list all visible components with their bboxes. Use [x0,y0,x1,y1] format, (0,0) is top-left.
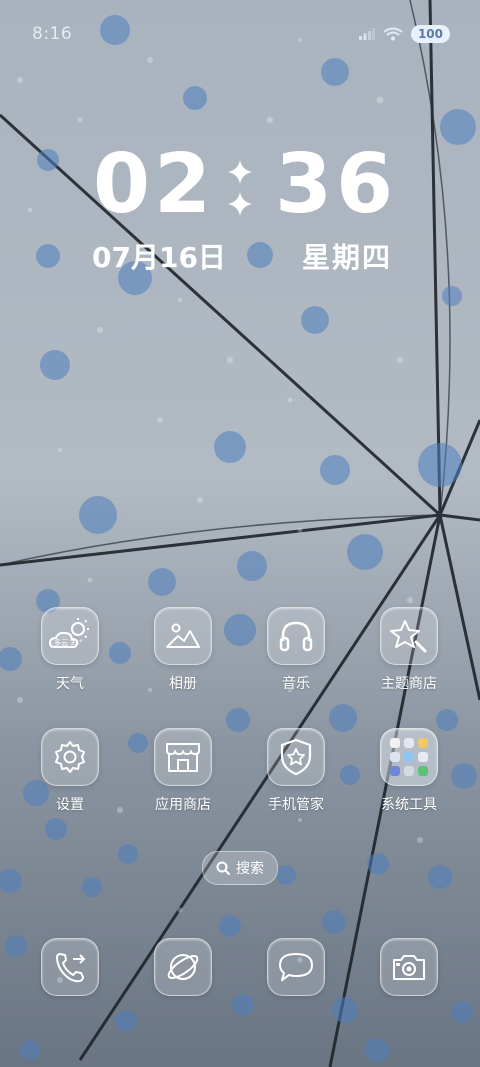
weekday-text: 星期四 [302,241,393,274]
camera-icon [393,955,425,980]
app-phone-manager-tile[interactable] [267,728,325,786]
clock-minutes: 36 [275,137,398,232]
sparkle-separator-icon [228,160,252,216]
dock-camera-tile[interactable] [380,938,438,996]
shield-star-icon [280,738,312,776]
app-label: 相册 [169,676,197,692]
app-label: 系统工具 [381,797,437,813]
store-icon [166,743,200,772]
dock-browser[interactable] [133,938,233,996]
app-settings[interactable]: 设置 [20,728,120,814]
app-music-tile[interactable] [267,607,325,665]
browser-icon [167,954,199,980]
headphones-icon [279,621,313,652]
status-bar: 8:16 100 [32,22,450,46]
status-time: 8:16 [32,24,73,44]
phone-icon [56,953,86,983]
app-settings-tile[interactable] [41,728,99,786]
search-icon [216,861,230,875]
app-app-store-tile[interactable] [154,728,212,786]
message-icon [279,953,313,981]
app-app-store[interactable]: 应用商店 [133,728,233,814]
date-text: 07月16日 [92,241,226,274]
dock-messages-tile[interactable] [267,938,325,996]
clock-hours: 02 [93,137,216,232]
wifi-icon [383,27,403,41]
app-system-tools-tile[interactable] [380,728,438,786]
app-gallery-tile[interactable] [154,607,212,665]
weather-icon: 多云 33° [48,618,89,648]
app-label: 设置 [56,797,84,813]
dock-messages[interactable] [246,938,346,996]
search-button[interactable]: 搜索 [202,851,278,885]
app-label: 主题商店 [381,676,437,692]
dock-camera[interactable] [359,938,459,996]
dock-browser-tile[interactable] [154,938,212,996]
theme-icon [390,620,427,653]
dock-phone-tile[interactable] [41,938,99,996]
app-music[interactable]: 音乐 [246,607,346,693]
gallery-icon [166,623,200,648]
app-label: 应用商店 [155,797,211,813]
app-theme-store-tile[interactable] [380,607,438,665]
weather-widget-text: 多云 33° [54,638,83,647]
app-label: 天气 [56,676,84,692]
search-label: 搜索 [236,861,264,877]
app-gallery[interactable]: 相册 [133,607,233,693]
signal-icon [358,28,375,40]
app-label: 音乐 [282,676,310,692]
app-weather[interactable]: 多云 33° 天气 [20,607,120,693]
status-icons: 100 [358,25,450,43]
battery-indicator: 100 [410,25,450,43]
app-label: 手机管家 [268,797,324,813]
app-weather-tile[interactable]: 多云 33° [41,607,99,665]
clock-widget[interactable]: 02 36 [0,140,480,230]
dock-phone[interactable] [20,938,120,996]
gear-icon [55,741,85,773]
folder-icon [390,738,428,776]
app-theme-store[interactable]: 主题商店 [359,607,459,693]
app-system-tools-folder[interactable]: 系统工具 [359,728,459,814]
app-phone-manager[interactable]: 手机管家 [246,728,346,814]
